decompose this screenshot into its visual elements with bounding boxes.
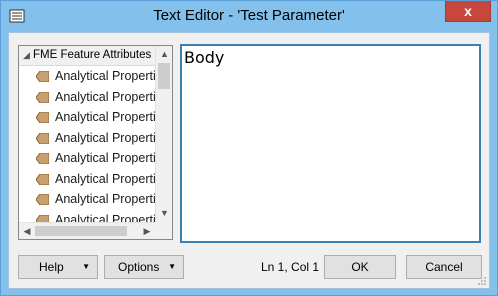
tree-item-label: Analytical Propertie <box>55 130 155 145</box>
tree-root-fme-feature-attributes[interactable]: ◢ FME Feature Attributes <box>19 46 155 66</box>
window-menu-icon[interactable] <box>9 8 25 24</box>
tree-item[interactable]: Analytical Propertie <box>19 107 155 128</box>
attribute-tag-icon <box>36 214 49 222</box>
close-button[interactable]: x <box>445 1 491 22</box>
tree-rows: ◢ FME Feature Attributes Analytical Prope… <box>19 46 155 222</box>
dialog-body: ◢ FME Feature Attributes Analytical Prope… <box>8 32 490 289</box>
tree-item-label: Analytical Propertie <box>55 110 155 124</box>
resize-grip-icon[interactable] <box>477 276 487 286</box>
tree-item[interactable]: Analytical Propertie <box>19 169 155 190</box>
tree-item-label: Analytical Propertie <box>55 69 155 83</box>
scroll-down-arrow-icon[interactable]: ▼ <box>156 205 173 222</box>
cursor-position: Ln 1, Col 1 <box>261 260 320 274</box>
dropdown-arrow-icon: ▼ <box>168 262 176 271</box>
tree-item[interactable]: Analytical Propertie <box>19 66 155 87</box>
scroll-up-arrow-icon[interactable]: ▲ <box>156 46 173 63</box>
collapse-triangle-icon[interactable]: ◢ <box>23 46 33 64</box>
attribute-tag-icon <box>36 173 49 185</box>
tree-item-label: Analytical Propertie <box>55 212 155 223</box>
text-editor-area[interactable]: Body <box>180 44 481 243</box>
attribute-tag-icon <box>36 91 49 103</box>
scroll-right-arrow-icon[interactable]: ▶ <box>139 223 155 239</box>
tree-item[interactable]: Analytical Propertie <box>19 128 155 149</box>
tree-item[interactable]: Analytical Propertie <box>19 210 155 223</box>
vertical-scroll-thumb[interactable] <box>158 63 170 89</box>
tree-item-label: Analytical Propertie <box>55 151 155 165</box>
editor-text[interactable]: Body <box>184 48 224 67</box>
tree-root-label: FME Feature Attributes <box>33 49 152 61</box>
tree-item-label: Analytical Propertie <box>55 89 155 104</box>
window-title: Text Editor - 'Test Parameter' <box>153 7 345 24</box>
options-button-label: Options <box>118 260 160 274</box>
help-button[interactable]: Help ▼ <box>18 255 98 279</box>
attribute-tag-icon <box>36 112 49 123</box>
dropdown-arrow-icon: ▼ <box>82 262 90 271</box>
tree-horizontal-scrollbar[interactable]: ◀ ▶ <box>19 222 155 239</box>
options-button[interactable]: Options ▼ <box>104 255 184 279</box>
help-button-label: Help <box>39 260 64 274</box>
tree-vertical-scrollbar[interactable]: ▲ ▼ <box>155 46 172 222</box>
attribute-tag-icon <box>36 132 49 144</box>
tree-item[interactable]: Analytical Propertie <box>19 148 155 169</box>
scrollbar-corner <box>155 222 172 239</box>
tree-item[interactable]: Analytical Propertie <box>19 189 155 210</box>
cancel-button[interactable]: Cancel <box>406 255 482 279</box>
title-bar[interactable]: Text Editor - 'Test Parameter' x <box>1 1 497 32</box>
tree-item-label: Analytical Propertie <box>55 192 155 206</box>
ok-button[interactable]: OK <box>324 255 396 279</box>
horizontal-scroll-thumb[interactable] <box>35 226 127 236</box>
attribute-tag-icon <box>36 71 49 82</box>
tree-item[interactable]: Analytical Propertie <box>19 87 155 108</box>
attribute-tag-icon <box>36 153 49 164</box>
text-editor-window: Text Editor - 'Test Parameter' x ◢ FME Fe… <box>0 0 498 296</box>
scroll-left-arrow-icon[interactable]: ◀ <box>19 223 35 239</box>
tree-item-label: Analytical Propertie <box>55 171 155 186</box>
attribute-tag-icon <box>36 194 49 205</box>
attribute-tree[interactable]: ◢ FME Feature Attributes Analytical Prope… <box>18 45 173 240</box>
